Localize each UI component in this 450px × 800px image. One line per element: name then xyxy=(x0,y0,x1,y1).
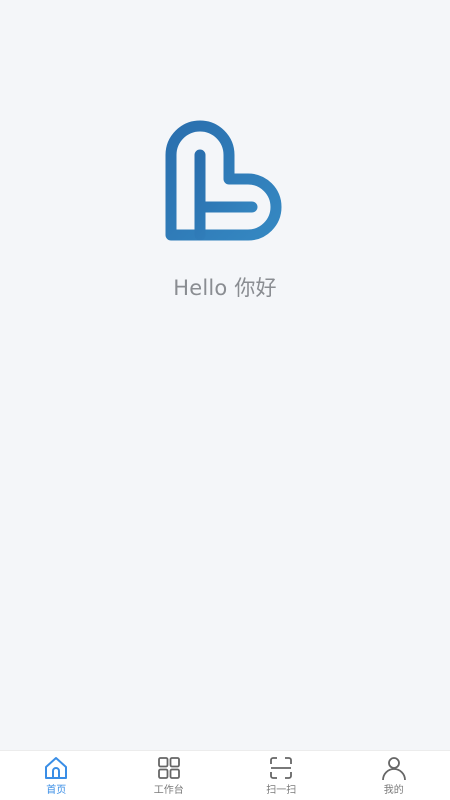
tab-profile-label: 我的 xyxy=(383,785,404,796)
bottom-tab-bar: 首页 工作台 扫一扫 我的 xyxy=(0,750,450,800)
home-icon xyxy=(45,757,68,779)
tab-workbench-label: 工作台 xyxy=(153,785,184,796)
tab-home[interactable]: 首页 xyxy=(0,751,113,800)
user-icon xyxy=(381,757,406,781)
grid-icon xyxy=(157,757,180,779)
greeting-text: Hello 你好 xyxy=(173,276,277,300)
tab-scan-label: 扫一扫 xyxy=(266,785,297,796)
tab-home-label: 首页 xyxy=(46,785,67,796)
scan-icon xyxy=(270,757,293,779)
tab-profile[interactable]: 我的 xyxy=(338,751,450,800)
main-content: Hello 你好 xyxy=(0,0,450,750)
app-logo xyxy=(165,120,282,241)
tab-workbench[interactable]: 工作台 xyxy=(113,751,226,800)
tab-scan[interactable]: 扫一扫 xyxy=(225,751,338,800)
